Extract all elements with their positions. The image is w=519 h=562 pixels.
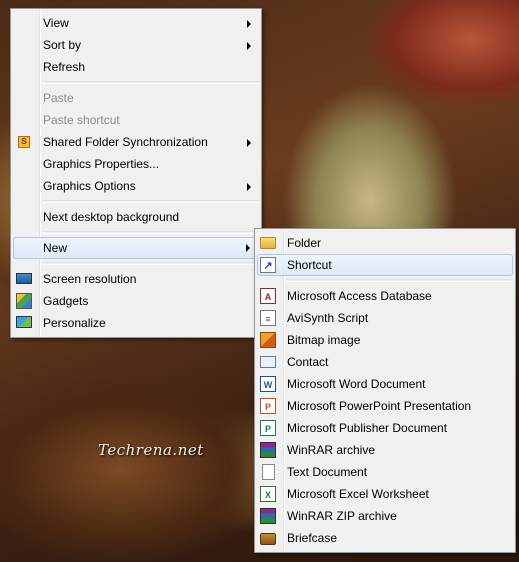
- menu-item-label: Bitmap image: [287, 333, 361, 347]
- menu-item-label: View: [43, 16, 69, 30]
- menu-separator: [42, 262, 259, 265]
- word-icon: W: [260, 376, 276, 392]
- menu-item-shared-folder-sync[interactable]: S Shared Folder Synchronization: [11, 131, 261, 153]
- submenu-arrow-icon: [247, 20, 251, 28]
- menu-item-label: Graphics Options: [43, 179, 136, 193]
- menu-item-personalize[interactable]: Personalize: [11, 312, 261, 334]
- menu-item-label: Microsoft PowerPoint Presentation: [287, 399, 472, 413]
- new-item-access-database[interactable]: A Microsoft Access Database: [255, 285, 515, 307]
- menu-item-label: Folder: [287, 236, 322, 250]
- sync-icon: S: [18, 136, 30, 148]
- menu-item-sort-by[interactable]: Sort by: [11, 34, 261, 56]
- new-item-excel-worksheet[interactable]: X Microsoft Excel Worksheet: [255, 483, 515, 505]
- menu-item-label: Microsoft Publisher Document: [287, 421, 448, 435]
- menu-item-label: Text Document: [287, 465, 368, 479]
- shortcut-icon: ↗: [260, 257, 276, 273]
- menu-separator: [42, 81, 259, 84]
- menu-item-paste-shortcut: Paste shortcut: [11, 109, 261, 131]
- menu-item-screen-resolution[interactable]: Screen resolution: [11, 268, 261, 290]
- access-icon: A: [260, 288, 276, 304]
- menu-item-label: Microsoft Word Document: [287, 377, 426, 391]
- new-item-winrar-archive[interactable]: WinRAR archive: [255, 439, 515, 461]
- menu-item-label: Next desktop background: [43, 210, 180, 224]
- menu-item-label: WinRAR ZIP archive: [287, 509, 397, 523]
- menu-item-label: Screen resolution: [43, 272, 137, 286]
- menu-item-label: AviSynth Script: [287, 311, 369, 325]
- menu-item-refresh[interactable]: Refresh: [11, 56, 261, 78]
- excel-icon: X: [260, 486, 276, 502]
- menu-item-new[interactable]: New: [13, 237, 259, 259]
- briefcase-icon: [260, 533, 276, 545]
- menu-item-view[interactable]: View: [11, 12, 261, 34]
- submenu-arrow-icon: [247, 183, 251, 191]
- menu-separator: [286, 279, 513, 282]
- menu-item-label: Paste shortcut: [43, 113, 120, 127]
- menu-item-label: Sort by: [43, 38, 82, 52]
- winrar-icon: [260, 442, 276, 458]
- menu-item-label: Contact: [287, 355, 329, 369]
- watermark-text: Techrena.net: [98, 441, 204, 459]
- menu-item-label: Refresh: [43, 60, 86, 74]
- menu-item-gadgets[interactable]: Gadgets: [11, 290, 261, 312]
- menu-item-graphics-options[interactable]: Graphics Options: [11, 175, 261, 197]
- menu-separator: [42, 231, 259, 234]
- menu-item-label: New: [43, 241, 68, 255]
- menu-item-label: Briefcase: [287, 531, 338, 545]
- new-item-publisher-document[interactable]: P Microsoft Publisher Document: [255, 417, 515, 439]
- new-item-folder[interactable]: Folder: [255, 232, 515, 254]
- new-item-shortcut[interactable]: ↗ Shortcut: [257, 254, 513, 276]
- menu-item-label: WinRAR archive: [287, 443, 376, 457]
- new-item-bitmap-image[interactable]: Bitmap image: [255, 329, 515, 351]
- menu-item-label: Paste: [43, 91, 74, 105]
- menu-item-label: Microsoft Excel Worksheet: [287, 487, 429, 501]
- menu-item-graphics-properties[interactable]: Graphics Properties...: [11, 153, 261, 175]
- publisher-icon: P: [260, 420, 276, 436]
- desktop-context-menu: View Sort by Refresh Paste Paste shortcu…: [10, 8, 262, 338]
- menu-item-paste: Paste: [11, 87, 261, 109]
- menu-item-label: Gadgets: [43, 294, 89, 308]
- submenu-arrow-icon: [247, 139, 251, 147]
- new-item-winrar-zip-archive[interactable]: WinRAR ZIP archive: [255, 505, 515, 527]
- gadgets-icon: [16, 293, 32, 309]
- new-item-text-document[interactable]: Text Document: [255, 461, 515, 483]
- text-document-icon: [262, 464, 275, 480]
- script-icon: ≡: [260, 310, 276, 326]
- new-item-contact[interactable]: Contact: [255, 351, 515, 373]
- new-submenu: Folder ↗ Shortcut A Microsoft Access Dat…: [254, 228, 516, 553]
- menu-item-label: Shortcut: [287, 258, 332, 272]
- personalize-icon: [16, 316, 32, 328]
- folder-icon: [260, 237, 276, 249]
- menu-item-label: Shared Folder Synchronization: [43, 135, 208, 149]
- new-item-powerpoint-presentation[interactable]: P Microsoft PowerPoint Presentation: [255, 395, 515, 417]
- menu-separator: [42, 200, 259, 203]
- new-item-briefcase[interactable]: Briefcase: [255, 527, 515, 549]
- menu-item-label: Personalize: [43, 316, 106, 330]
- contact-icon: [260, 356, 276, 368]
- menu-item-label: Graphics Properties...: [43, 157, 160, 171]
- powerpoint-icon: P: [260, 398, 276, 414]
- new-item-word-document[interactable]: W Microsoft Word Document: [255, 373, 515, 395]
- submenu-arrow-icon: [247, 42, 251, 50]
- new-item-avisynth-script[interactable]: ≡ AviSynth Script: [255, 307, 515, 329]
- submenu-arrow-icon: [246, 244, 250, 252]
- monitor-icon: [16, 273, 32, 284]
- bitmap-icon: [260, 332, 276, 348]
- menu-item-next-background[interactable]: Next desktop background: [11, 206, 261, 228]
- menu-item-label: Microsoft Access Database: [287, 289, 432, 303]
- winrar-zip-icon: [260, 508, 276, 524]
